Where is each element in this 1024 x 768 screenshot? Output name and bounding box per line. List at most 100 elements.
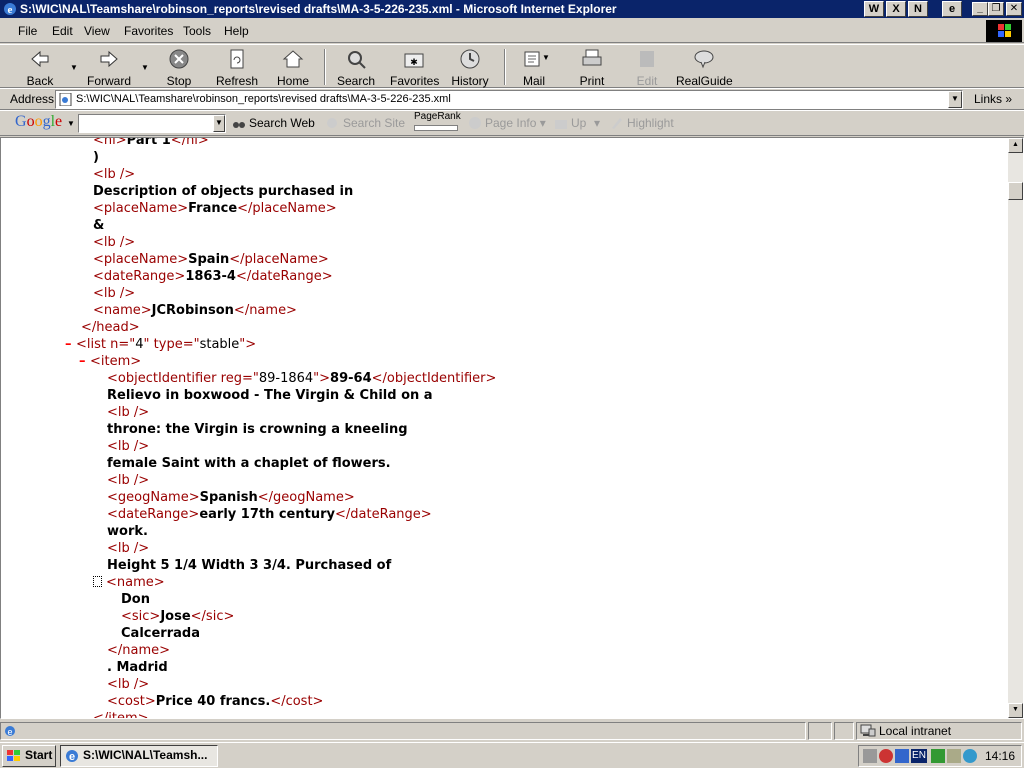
collapse-toggle-icon[interactable]: –	[79, 354, 90, 369]
xml-tag: </sic>	[190, 609, 235, 624]
xml-tag: <cost>	[107, 694, 156, 709]
language-indicator[interactable]: EN	[911, 749, 927, 763]
xml-text: Height 5 1/4 Width 3 3/4. Purchased of	[107, 558, 392, 573]
xml-text: Relievo in boxwood - The Virgin & Child …	[107, 388, 433, 403]
restore-button[interactable]: ❐	[988, 2, 1004, 16]
page-status-icon: e	[5, 726, 15, 737]
local-intranet-icon	[860, 724, 876, 737]
up-button[interactable]: Up	[554, 116, 586, 130]
taskbar-item-ie[interactable]: e S:\WIC\NAL\Teamsh...	[60, 745, 218, 767]
xml-tag: </placeName>	[237, 201, 337, 216]
antivirus-icon[interactable]	[879, 749, 893, 763]
links-button[interactable]: Links »	[974, 92, 1012, 106]
xml-text: Jose	[160, 609, 191, 624]
print-button[interactable]: Print	[574, 48, 610, 88]
xml-line: work.	[107, 523, 148, 540]
scroll-up-button[interactable]: ▲	[1008, 138, 1023, 153]
xml-tag: <geogName>	[107, 490, 200, 505]
network-icon[interactable]	[931, 749, 945, 763]
speaker-icon[interactable]	[947, 749, 961, 763]
xml-attr-value: 89-1864	[258, 371, 314, 386]
forward-arrow-icon	[100, 50, 118, 68]
refresh-button[interactable]: Refresh	[214, 48, 260, 88]
xml-line: <lb />	[107, 438, 149, 455]
highlight-button[interactable]: Highlight	[610, 116, 674, 130]
xml-tag: <name>	[93, 303, 152, 318]
xml-line: female Saint with a chaplet of flowers.	[107, 455, 391, 472]
xml-line: . Madrid	[107, 659, 168, 676]
xml-text: Spain	[188, 252, 230, 267]
home-button[interactable]: Home	[274, 48, 312, 88]
status-pane	[834, 722, 854, 740]
word-icon[interactable]: W	[864, 1, 884, 17]
xml-line: <lb />	[107, 404, 149, 421]
xml-line[interactable]: – <list n="4" type="stable">	[65, 336, 256, 353]
stop-button[interactable]: Stop	[160, 48, 198, 88]
mail-dropdown-icon[interactable]: ▼	[542, 53, 550, 62]
menu-edit[interactable]: Edit	[52, 24, 73, 38]
xml-tag: </hi>	[170, 137, 209, 148]
excel-icon[interactable]: X	[886, 1, 906, 17]
menu-tools[interactable]: Tools	[183, 24, 211, 38]
xml-text: Part 1	[126, 137, 171, 148]
title-bar[interactable]: e S:\WIC\NAL\Teamshare\robinson_reports\…	[0, 0, 1024, 18]
clock: 14:16	[984, 749, 1015, 763]
edit-button[interactable]: Edit	[630, 48, 664, 88]
ie-quicklaunch-icon[interactable]: e	[942, 1, 962, 17]
xml-line[interactable]: – <item>	[79, 353, 141, 370]
collapse-toggle-icon[interactable]: –	[65, 337, 76, 352]
globe-icon[interactable]	[963, 749, 977, 763]
google-search-dropdown-icon[interactable]: ▼	[213, 115, 225, 132]
address-dropdown-icon[interactable]: ▼	[948, 91, 962, 108]
xml-tag: <lb />	[107, 677, 150, 692]
favorites-button[interactable]: ✱ Favorites	[390, 48, 439, 88]
scroll-thumb[interactable]	[1008, 182, 1023, 200]
address-input[interactable]: S:\WIC\NAL\Teamshare\robinson_reports\re…	[55, 90, 963, 109]
xml-line: Calcerrada	[121, 625, 200, 642]
tray-app-icon[interactable]	[863, 749, 877, 763]
search-button[interactable]: Search	[336, 48, 376, 88]
xml-line: <lb />	[107, 676, 149, 693]
xml-line: <geogName>Spanish</geogName>	[107, 489, 355, 506]
address-label: Address	[10, 92, 55, 106]
xml-line: <dateRange>1863-4</dateRange>	[93, 268, 333, 285]
back-dropdown-icon[interactable]: ▼	[70, 63, 78, 72]
xml-text: early 17th century	[199, 507, 335, 522]
xml-tag: <lb />	[107, 439, 150, 454]
search-site-button[interactable]: Search Site	[326, 116, 405, 130]
pagerank-indicator[interactable]: PageRank	[414, 112, 461, 131]
realguide-button[interactable]: RealGuide	[676, 48, 733, 88]
forward-dropdown-icon[interactable]: ▼	[141, 63, 149, 72]
xml-text: . Madrid	[107, 660, 168, 675]
history-button[interactable]: History	[450, 48, 490, 88]
svg-text:e: e	[69, 751, 75, 763]
refresh-icon	[230, 49, 244, 69]
google-menu-dropdown-icon[interactable]: ▼	[67, 119, 75, 128]
xml-document-view[interactable]: <hi>Part 1</hi>) <lb /> Description of obj…	[0, 137, 1024, 719]
scroll-down-button[interactable]: ▼	[1008, 703, 1023, 718]
up-dropdown-icon[interactable]: ▾	[594, 116, 600, 130]
menu-file[interactable]: File	[18, 24, 37, 38]
search-web-button[interactable]: Search Web	[232, 116, 315, 130]
close-button[interactable]: ✕	[1006, 2, 1022, 16]
xml-tag: <lb />	[107, 405, 150, 420]
back-button[interactable]: Back	[20, 48, 60, 88]
minimize-button[interactable]: _	[972, 2, 988, 16]
forward-button[interactable]: Forward	[86, 48, 132, 88]
xml-text: 1863-4	[185, 269, 236, 284]
google-search-input[interactable]: ▼	[78, 114, 226, 133]
page-info-button[interactable]: Page Info ▾	[468, 116, 546, 130]
start-button[interactable]: Start	[2, 745, 56, 767]
google-logo[interactable]: Google	[15, 113, 62, 131]
vertical-scrollbar[interactable]: ▲ ▼	[1008, 138, 1023, 718]
focus-box[interactable]	[93, 576, 102, 587]
menu-view[interactable]: View	[84, 24, 110, 38]
shield-icon[interactable]	[895, 749, 909, 763]
menu-help[interactable]: Help	[224, 24, 249, 38]
svg-text:✱: ✱	[410, 57, 418, 67]
menu-favorites[interactable]: Favorites	[124, 24, 173, 38]
xml-text: throne: the Virgin is crowning a kneelin…	[107, 422, 408, 437]
xml-tag: </head>	[81, 320, 140, 335]
notes-icon[interactable]: N	[908, 1, 928, 17]
xml-text: Price 40 francs.	[155, 694, 271, 709]
